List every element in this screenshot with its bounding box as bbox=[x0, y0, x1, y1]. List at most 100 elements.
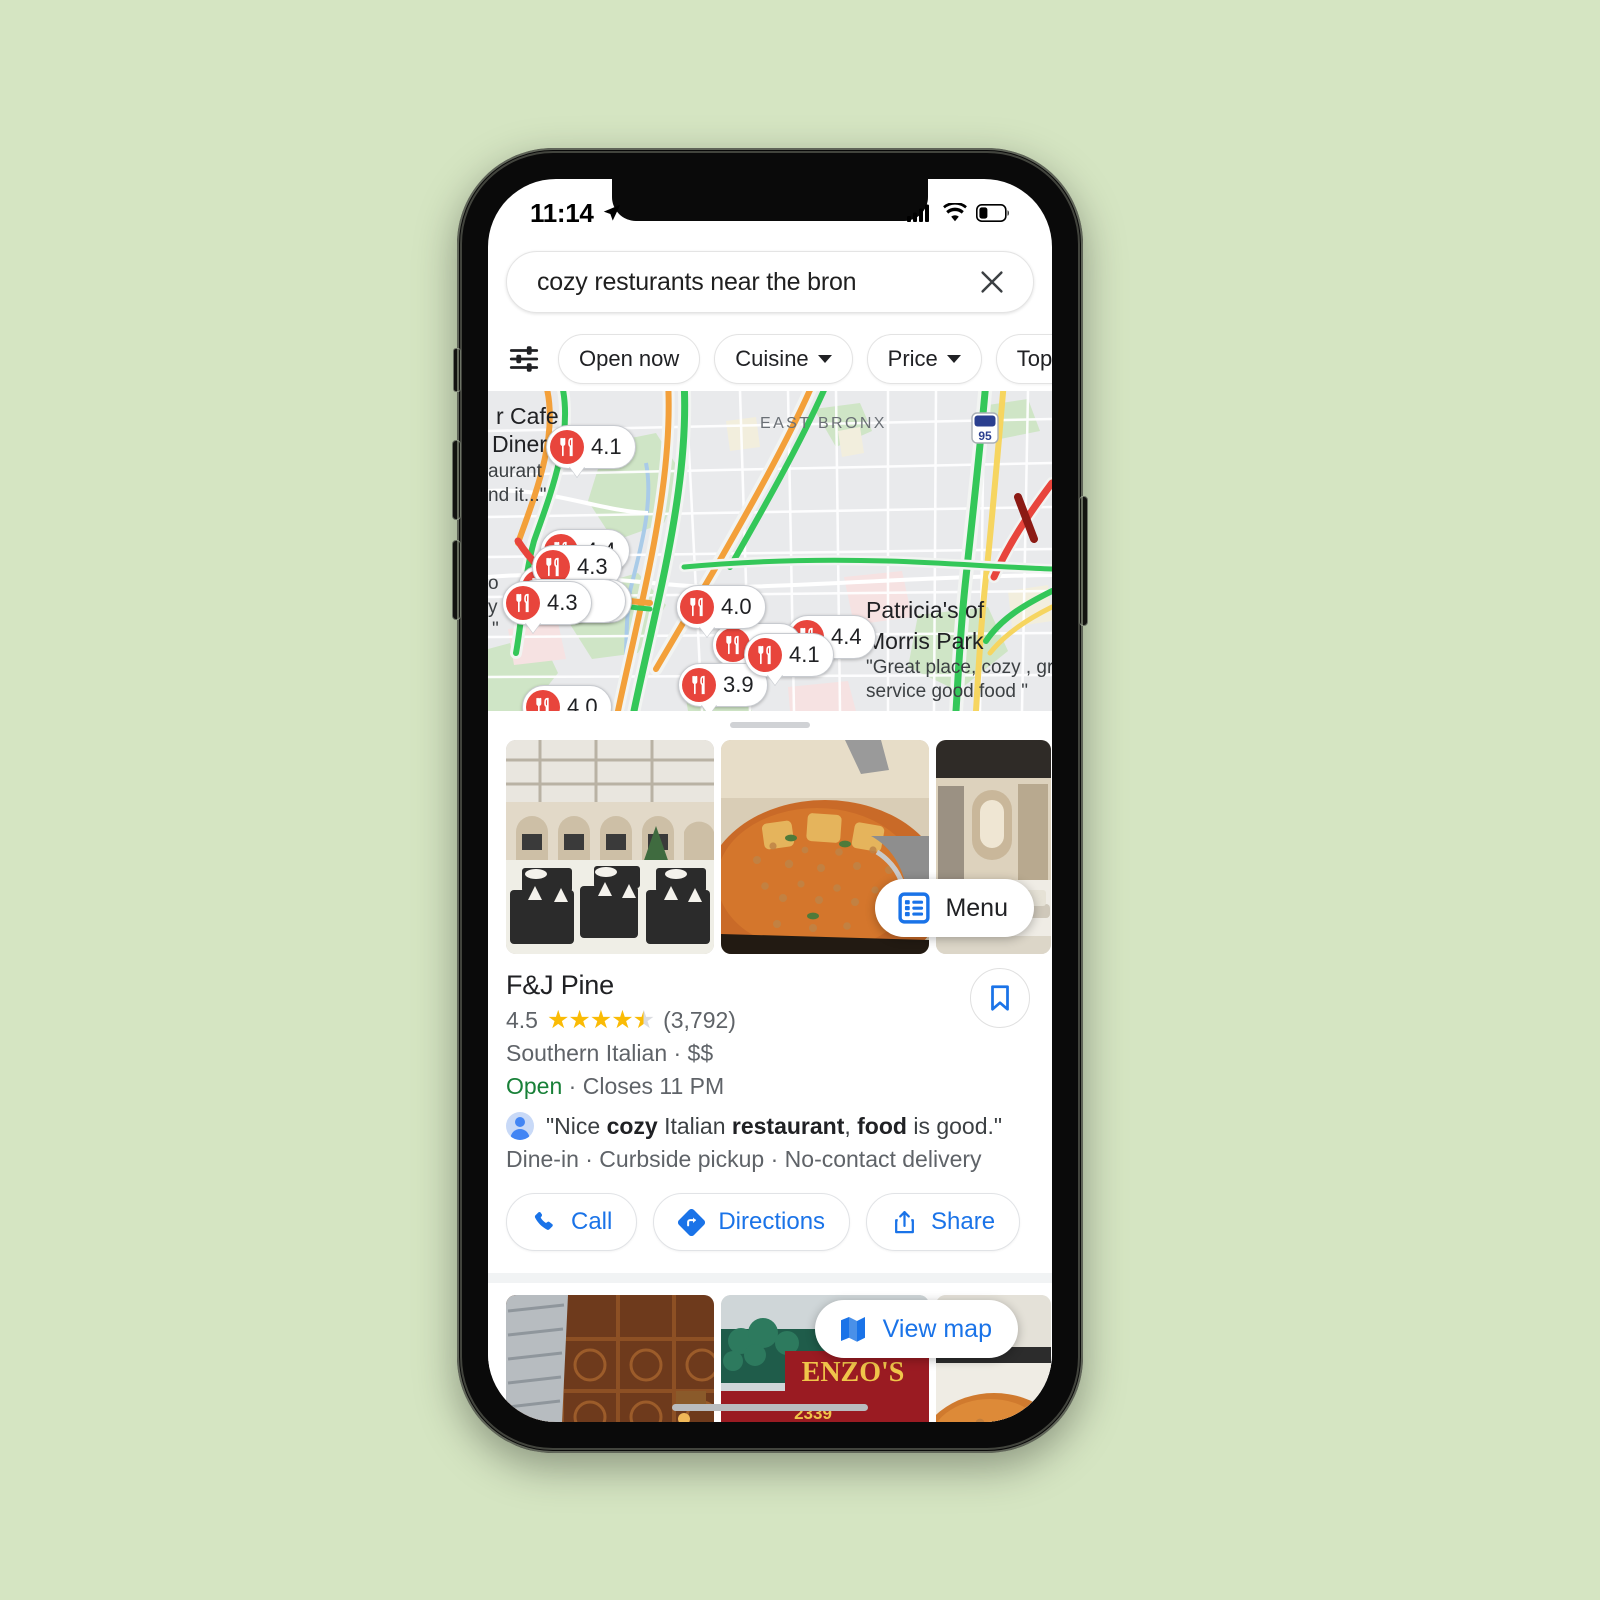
map-pin-rating[interactable]: 4.1 bbox=[744, 633, 834, 685]
pin-rating-value: 4.0 bbox=[721, 594, 752, 619]
search-bar[interactable]: cozy resturants near the bron bbox=[506, 251, 1034, 313]
search-bar-container: cozy resturants near the bron bbox=[488, 251, 1052, 313]
restaurant-icon bbox=[506, 586, 540, 620]
map-pin-rating[interactable]: 4.0 bbox=[522, 685, 612, 711]
restaurant-icon bbox=[550, 430, 584, 464]
chip-label: Open now bbox=[579, 346, 680, 371]
pin-rating-value: 4.3 bbox=[577, 554, 608, 579]
status-bar-right bbox=[907, 203, 1010, 223]
share-button-label: Share bbox=[931, 1208, 996, 1235]
pin-rating-value: 4.0 bbox=[567, 694, 598, 711]
pin-rating-value: 4.3 bbox=[547, 590, 578, 615]
menu-button-label: Menu bbox=[945, 893, 1008, 922]
power-button[interactable] bbox=[1079, 496, 1088, 626]
close-x-icon bbox=[981, 271, 1003, 293]
chip-label: Price bbox=[887, 346, 938, 371]
filter-chip-top-rated[interactable]: Top rated bbox=[995, 334, 1052, 384]
filter-chip-price[interactable]: Price bbox=[866, 334, 982, 384]
place-services: Dine-in · Curbside pickup · No-contact d… bbox=[506, 1146, 982, 1172]
silent-switch[interactable] bbox=[453, 348, 461, 392]
highway-shield-95: 95 bbox=[971, 412, 999, 444]
menu-list-icon bbox=[898, 892, 931, 924]
volume-down-button[interactable] bbox=[452, 540, 461, 620]
search-input[interactable]: cozy resturants near the bron bbox=[537, 268, 973, 297]
view-map-button[interactable]: View map bbox=[814, 1300, 1018, 1358]
filter-chip-open-now[interactable]: Open now bbox=[558, 334, 701, 384]
review-highlight-food: food bbox=[857, 1112, 907, 1139]
map-pin-rating[interactable]: 4.3 bbox=[502, 581, 592, 633]
place-hours: Open · Closes 11 PM bbox=[506, 1073, 1034, 1100]
call-button[interactable]: Call bbox=[506, 1193, 638, 1251]
filter-settings-button[interactable] bbox=[506, 341, 542, 377]
review-part: is good." bbox=[906, 1112, 1003, 1139]
restaurant-icon bbox=[682, 668, 716, 702]
result-bottom-sheet[interactable]: Menu F&J Pine 4.5 ★★★★★ (3,792) Southern… bbox=[488, 711, 1052, 1422]
review-count: (3,792) bbox=[663, 1007, 736, 1033]
closing-time: Closes 11 PM bbox=[582, 1073, 725, 1099]
restaurant-icon bbox=[680, 590, 714, 624]
clear-search-button[interactable] bbox=[973, 263, 1011, 301]
directions-button[interactable]: Directions bbox=[653, 1193, 851, 1251]
bookmark-icon bbox=[991, 985, 1009, 1011]
svg-text:95: 95 bbox=[978, 429, 992, 443]
phone-icon bbox=[534, 1211, 553, 1230]
pin-rating-value: 3.9 bbox=[723, 672, 754, 697]
share-icon bbox=[895, 1210, 914, 1233]
hours-separator: · bbox=[568, 1073, 577, 1099]
review-text: "Nice cozy Italian restaurant, food is g… bbox=[546, 1113, 1002, 1140]
place-category: Southern Italian · $$ bbox=[506, 1040, 714, 1066]
volume-up-button[interactable] bbox=[452, 440, 461, 520]
pin-tail bbox=[525, 622, 541, 633]
filter-chip-cuisine[interactable]: Cuisine bbox=[714, 334, 853, 384]
place-action-row: Call Directions Share bbox=[488, 1173, 1052, 1251]
status-bar: 11:14 bbox=[488, 179, 1052, 241]
directions-icon bbox=[678, 1208, 706, 1236]
tin-ceiling-photo[interactable] bbox=[506, 1295, 714, 1422]
map-pin-rating[interactable]: 4.0 bbox=[676, 585, 766, 637]
restaurant-icon bbox=[748, 638, 782, 672]
location-arrow-icon bbox=[603, 204, 620, 221]
review-highlight-restaurant: restaurant bbox=[731, 1112, 845, 1139]
chevron-down-icon bbox=[817, 355, 832, 363]
pin-tail bbox=[569, 466, 585, 477]
share-button[interactable]: Share bbox=[866, 1193, 1021, 1251]
review-highlight-cozy: cozy bbox=[606, 1112, 658, 1139]
restaurant-icon bbox=[526, 690, 560, 711]
place-review-snippet: "Nice cozy Italian restaurant, food is g… bbox=[506, 1112, 1034, 1140]
storefront-sign-text: ENZO'S bbox=[802, 1357, 905, 1388]
wifi-icon bbox=[943, 203, 967, 222]
phone-device-frame: 11:14 cozy resturants near the bron Open… bbox=[452, 148, 1088, 1453]
directions-button-label: Directions bbox=[718, 1208, 826, 1235]
stars-full: ★★★★ bbox=[546, 1006, 634, 1034]
battery-low-icon bbox=[976, 204, 1009, 222]
place-info-block: F&J Pine 4.5 ★★★★★ (3,792) Southern Ital… bbox=[488, 954, 1052, 1173]
home-indicator[interactable] bbox=[672, 1404, 868, 1411]
open-status-text: Open bbox=[506, 1073, 563, 1099]
pin-rating-value: 4.1 bbox=[591, 434, 622, 459]
chevron-down-icon bbox=[946, 355, 961, 363]
status-bar-left: 11:14 bbox=[530, 198, 623, 229]
review-part: "Nice bbox=[546, 1112, 607, 1139]
map-pin-rating[interactable]: 4.1 bbox=[546, 425, 636, 477]
pin-rating-value: 4.1 bbox=[789, 642, 820, 667]
save-place-button[interactable] bbox=[970, 968, 1030, 1028]
place-name: F&J Pine bbox=[506, 970, 614, 1000]
pin-tail bbox=[701, 704, 717, 711]
status-time: 11:14 bbox=[530, 197, 594, 228]
pin-rating-value: 4.4 bbox=[831, 624, 862, 649]
chip-label: Top rated bbox=[1016, 346, 1052, 371]
phone-screen: 11:14 cozy resturants near the bron Open… bbox=[488, 179, 1052, 1422]
section-divider bbox=[488, 1273, 1052, 1283]
pin-tail bbox=[767, 674, 783, 685]
reviewer-avatar-icon bbox=[506, 1112, 534, 1140]
map-view[interactable]: 95 EAST BRONX r Cafe Diner aurant nd it.… bbox=[488, 391, 1052, 711]
chip-label: Cuisine bbox=[735, 346, 809, 371]
rating-value: 4.5 bbox=[506, 1007, 538, 1033]
review-part: , bbox=[844, 1112, 858, 1139]
dining-room-photo[interactable] bbox=[506, 740, 714, 954]
cellular-bars-icon bbox=[907, 204, 929, 222]
filter-chip-row: Open now Cuisine Price Top rated bbox=[488, 329, 1052, 389]
menu-button[interactable]: Menu bbox=[875, 879, 1034, 937]
review-part: Italian bbox=[657, 1112, 732, 1139]
place-rating-line: 4.5 ★★★★★ (3,792) bbox=[506, 1007, 1034, 1034]
